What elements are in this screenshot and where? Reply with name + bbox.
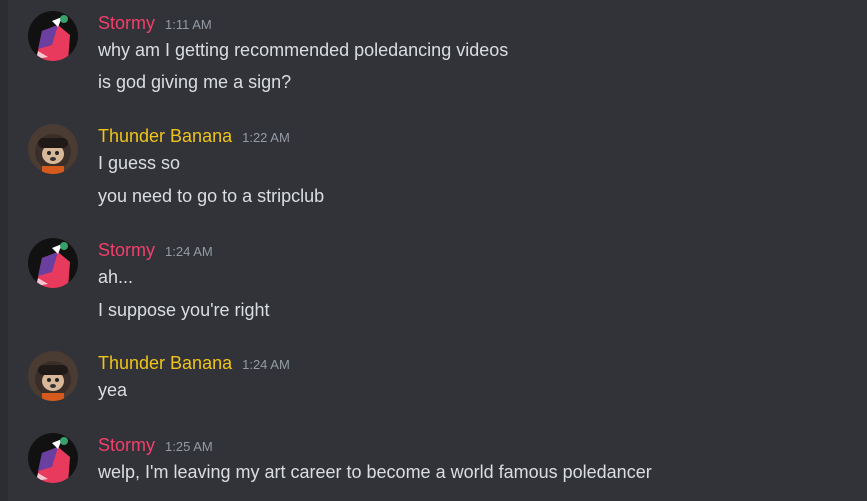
stormy-avatar[interactable]	[28, 433, 78, 483]
message-text: I guess so	[98, 153, 181, 173]
thunder-banana-avatar[interactable]	[28, 124, 78, 174]
thunder-banana-avatar[interactable]	[28, 351, 78, 401]
author-name[interactable]: Thunder Banana	[98, 124, 232, 148]
message-header: Thunder Banana 1:22 AM	[98, 124, 290, 148]
timestamp[interactable]: 1:24 AM	[242, 353, 290, 377]
timestamp[interactable]: 1:25 AM	[165, 435, 213, 459]
author-name[interactable]: Stormy	[98, 238, 155, 262]
message-header: Stormy 1:11 AM	[98, 11, 212, 35]
author-name[interactable]: Stormy	[98, 433, 155, 457]
message-header: Thunder Banana 1:24 AM	[98, 351, 290, 375]
message-text: is god giving me a sign?	[98, 72, 292, 92]
message-header: Stormy 1:25 AM	[98, 433, 213, 457]
author-name[interactable]: Thunder Banana	[98, 351, 232, 375]
message-header: Stormy 1:24 AM	[98, 238, 213, 262]
message-text: ah...	[98, 267, 134, 287]
timestamp[interactable]: 1:22 AM	[242, 126, 290, 150]
message-text: you need to go to a stripclub	[98, 186, 325, 206]
message-text: why am I getting recommended poledancing…	[98, 40, 509, 60]
stormy-avatar[interactable]	[28, 238, 78, 288]
message-text: yea	[98, 380, 128, 400]
message-text: welp, I'm leaving my art career to becom…	[98, 462, 652, 482]
chat-window: Stormy 1:11 AM why am I getting recommen…	[0, 0, 867, 501]
stormy-avatar[interactable]	[28, 11, 78, 61]
author-name[interactable]: Stormy	[98, 11, 155, 35]
channel-edge	[0, 0, 8, 501]
timestamp[interactable]: 1:24 AM	[165, 240, 213, 264]
message-text: I suppose you're right	[98, 300, 270, 320]
timestamp[interactable]: 1:11 AM	[165, 13, 212, 37]
